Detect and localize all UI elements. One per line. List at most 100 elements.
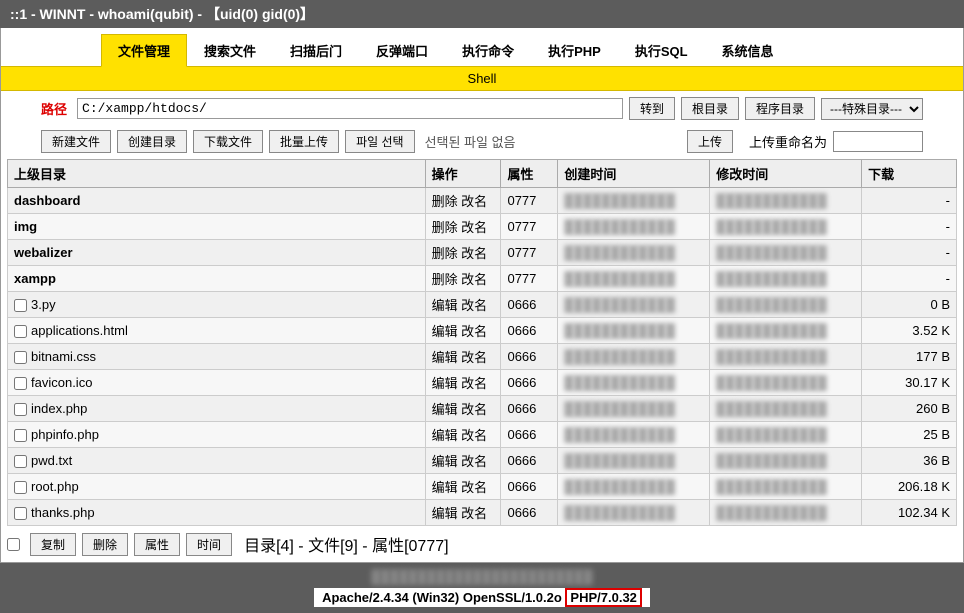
new-file-button[interactable]: 新建文件 <box>41 130 111 153</box>
file-link[interactable]: bitnami.css <box>31 349 96 364</box>
time-button[interactable]: 时间 <box>186 533 232 556</box>
table-row: webalizer删除 改名0777██████████████████████… <box>8 240 957 266</box>
attr-cell[interactable]: 0666 <box>501 292 558 318</box>
rename-label: 上传重命名为 <box>749 132 827 151</box>
tab-2[interactable]: 扫描后门 <box>273 34 359 67</box>
dir-link[interactable]: img <box>8 214 426 240</box>
op-cell[interactable]: 编辑 改名 <box>425 500 501 526</box>
op-cell[interactable]: 编辑 改名 <box>425 344 501 370</box>
toolbar: 新建文件 创建目录 下载文件 批量上传 파일 선택 선택된 파일 없음 上传 上… <box>1 126 963 159</box>
ctime-cell: ████████████ <box>558 214 710 240</box>
delete-button[interactable]: 删除 <box>82 533 128 556</box>
file-link[interactable]: 3.py <box>31 297 56 312</box>
row-checkbox[interactable] <box>14 507 27 520</box>
op-cell[interactable]: 编辑 改名 <box>425 396 501 422</box>
attr-cell[interactable]: 0666 <box>501 396 558 422</box>
upload-button[interactable]: 上传 <box>687 130 733 153</box>
op-cell[interactable]: 删除 改名 <box>425 188 501 214</box>
dir-link[interactable]: webalizer <box>8 240 426 266</box>
attr-cell[interactable]: 0777 <box>501 188 558 214</box>
op-cell[interactable]: 编辑 改名 <box>425 474 501 500</box>
row-checkbox[interactable] <box>14 351 27 364</box>
attr-cell[interactable]: 0666 <box>501 500 558 526</box>
col-ctime: 创建时间 <box>558 160 710 188</box>
op-cell[interactable]: 删除 改名 <box>425 266 501 292</box>
row-checkbox[interactable] <box>14 481 27 494</box>
program-dir-button[interactable]: 程序目录 <box>745 97 815 120</box>
rename-input[interactable] <box>833 131 923 152</box>
mtime-cell: ████████████ <box>710 474 862 500</box>
attr-cell[interactable]: 0777 <box>501 266 558 292</box>
tab-1[interactable]: 搜索文件 <box>187 34 273 67</box>
tab-0[interactable]: 文件管理 <box>101 34 187 67</box>
op-cell[interactable]: 删除 改名 <box>425 214 501 240</box>
attr-cell[interactable]: 0777 <box>501 214 558 240</box>
attr-cell[interactable]: 0666 <box>501 422 558 448</box>
download-cell[interactable]: 206.18 K <box>862 474 957 500</box>
go-button[interactable]: 转到 <box>629 97 675 120</box>
attr-cell[interactable]: 0666 <box>501 344 558 370</box>
row-checkbox[interactable] <box>14 299 27 312</box>
file-link[interactable]: thanks.php <box>31 505 95 520</box>
row-checkbox[interactable] <box>14 429 27 442</box>
choose-file-button[interactable]: 파일 선택 <box>345 130 415 153</box>
copy-button[interactable]: 复制 <box>30 533 76 556</box>
col-mtime: 修改时间 <box>710 160 862 188</box>
path-input[interactable] <box>77 98 623 119</box>
table-row: applications.html编辑 改名0666██████████████… <box>8 318 957 344</box>
special-dir-select[interactable]: ---特殊目录--- <box>821 98 923 120</box>
footer-actions: 复制 删除 属性 时间 目录[4] - 文件[9] - 属性[0777] <box>1 526 963 562</box>
row-checkbox[interactable] <box>14 403 27 416</box>
file-link[interactable]: root.php <box>31 479 79 494</box>
file-link[interactable]: favicon.ico <box>31 375 92 390</box>
download-cell[interactable]: 3.52 K <box>862 318 957 344</box>
op-cell[interactable]: 编辑 改名 <box>425 448 501 474</box>
tab-7[interactable]: 系统信息 <box>705 34 791 67</box>
download-button[interactable]: 下载文件 <box>193 130 263 153</box>
root-dir-button[interactable]: 根目录 <box>681 97 739 120</box>
file-link[interactable]: index.php <box>31 401 87 416</box>
download-cell[interactable]: 30.17 K <box>862 370 957 396</box>
ctime-cell: ████████████ <box>558 344 710 370</box>
attr-button[interactable]: 属性 <box>134 533 180 556</box>
op-cell[interactable]: 编辑 改名 <box>425 422 501 448</box>
op-cell[interactable]: 编辑 改名 <box>425 292 501 318</box>
attr-cell[interactable]: 0777 <box>501 240 558 266</box>
attr-cell[interactable]: 0666 <box>501 474 558 500</box>
col-parent[interactable]: 上级目录 <box>8 160 426 188</box>
table-row: img删除 改名0777████████████████████████- <box>8 214 957 240</box>
dir-link[interactable]: xampp <box>8 266 426 292</box>
tab-3[interactable]: 反弹端口 <box>359 34 445 67</box>
download-cell[interactable]: 102.34 K <box>862 500 957 526</box>
dir-link[interactable]: dashboard <box>8 188 426 214</box>
row-checkbox[interactable] <box>14 377 27 390</box>
select-all-checkbox[interactable] <box>7 538 20 551</box>
file-link[interactable]: pwd.txt <box>31 453 72 468</box>
op-cell[interactable]: 编辑 改名 <box>425 370 501 396</box>
tab-6[interactable]: 执行SQL <box>618 34 705 67</box>
download-cell[interactable]: 260 B <box>862 396 957 422</box>
attr-cell[interactable]: 0666 <box>501 370 558 396</box>
op-cell[interactable]: 删除 改名 <box>425 240 501 266</box>
op-cell[interactable]: 编辑 改名 <box>425 318 501 344</box>
download-cell[interactable]: 25 B <box>862 422 957 448</box>
row-checkbox[interactable] <box>14 325 27 338</box>
tab-4[interactable]: 执行命令 <box>445 34 531 67</box>
mtime-cell: ████████████ <box>710 266 862 292</box>
new-dir-button[interactable]: 创建目录 <box>117 130 187 153</box>
table-row: favicon.ico编辑 改名0666████████████████████… <box>8 370 957 396</box>
file-link[interactable]: applications.html <box>31 323 128 338</box>
ctime-cell: ████████████ <box>558 500 710 526</box>
batch-upload-button[interactable]: 批量上传 <box>269 130 339 153</box>
download-cell[interactable]: 36 B <box>862 448 957 474</box>
download-cell[interactable]: 0 B <box>862 292 957 318</box>
shell-label: Shell <box>1 66 963 91</box>
tab-5[interactable]: 执行PHP <box>531 34 618 67</box>
row-checkbox[interactable] <box>14 455 27 468</box>
download-cell[interactable]: 177 B <box>862 344 957 370</box>
attr-cell[interactable]: 0666 <box>501 448 558 474</box>
mtime-cell: ████████████ <box>710 214 862 240</box>
mtime-cell: ████████████ <box>710 396 862 422</box>
file-link[interactable]: phpinfo.php <box>31 427 99 442</box>
attr-cell[interactable]: 0666 <box>501 318 558 344</box>
